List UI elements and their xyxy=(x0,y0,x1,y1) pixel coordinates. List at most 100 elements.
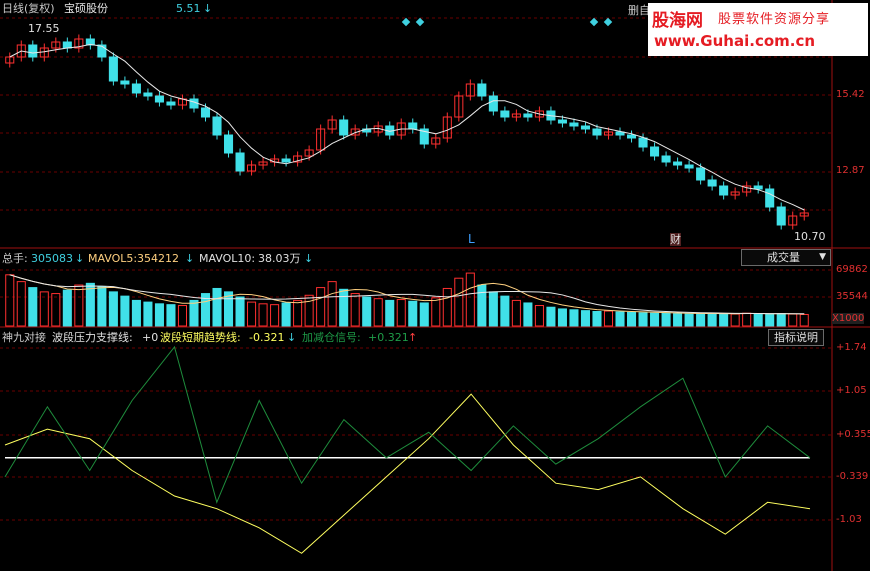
signal-line xyxy=(4,345,811,504)
price-ma-line xyxy=(9,43,805,211)
volume-bar xyxy=(419,302,429,327)
volume-bar xyxy=(696,313,706,327)
volume-unit-label: X1000 xyxy=(832,313,865,324)
cai-marker: 财 xyxy=(670,233,681,246)
candle-body xyxy=(488,95,498,112)
event-marker-icon xyxy=(401,17,411,27)
volume-bar xyxy=(730,313,740,327)
stock-chart-canvas[interactable] xyxy=(0,0,870,571)
candle-body xyxy=(650,146,660,157)
volume-bar xyxy=(108,291,118,327)
event-marker-icon xyxy=(603,17,613,27)
event-marker-icon xyxy=(415,17,425,27)
support-line-value: +0 xyxy=(142,331,159,344)
volume-bar xyxy=(534,305,544,327)
volume-bar xyxy=(442,287,452,327)
volume-bar xyxy=(546,306,556,327)
volume-bar xyxy=(62,289,72,327)
candle-body xyxy=(500,110,510,118)
volume-bar xyxy=(373,298,383,327)
up-arrow-icon: ↑ xyxy=(408,331,418,344)
chart-period-label: 日线(复权) xyxy=(2,2,55,15)
mavol5-label: MAVOL5: xyxy=(88,252,138,265)
price-high-label: 17.55 xyxy=(28,22,60,35)
indicator-axis-tick: +1.74 xyxy=(836,342,867,353)
volume-bar xyxy=(650,312,660,327)
volume-bar xyxy=(212,287,222,327)
volume-bar xyxy=(626,311,637,327)
indicator-help-button[interactable]: 指标说明 xyxy=(768,329,824,346)
candle-body xyxy=(477,83,487,97)
l-marker: L xyxy=(468,232,475,246)
price-axis-tick: 15.42 xyxy=(836,89,865,100)
signal-value: +0.321 xyxy=(368,331,409,344)
volume-bar xyxy=(258,303,268,327)
volume-bar xyxy=(500,295,510,327)
candle-body xyxy=(661,155,671,163)
event-marker-icon xyxy=(589,17,599,27)
corner-label: 删自 xyxy=(628,4,650,17)
volume-bar xyxy=(511,299,521,327)
candle-body xyxy=(684,164,694,169)
candle-body xyxy=(753,185,763,190)
volume-bar xyxy=(488,291,498,327)
volume-bar xyxy=(465,272,475,327)
stock-name[interactable]: 宝硕股份 xyxy=(64,2,108,15)
candle-body xyxy=(212,116,222,136)
candle-body xyxy=(200,107,211,118)
candle-body xyxy=(626,134,637,139)
down-arrow-icon: ↓ xyxy=(75,252,85,265)
mavol10-value: 38.03万 xyxy=(258,252,301,265)
dropdown-label: 成交量 xyxy=(767,251,800,264)
indicator-axis-tick: -1.03 xyxy=(836,514,862,525)
down-arrow-icon: ↓ xyxy=(304,252,314,265)
candle-body xyxy=(707,179,717,187)
volume-bar xyxy=(684,313,694,327)
candle-body xyxy=(765,188,775,208)
candle-body xyxy=(569,122,579,127)
candle-body xyxy=(776,206,786,226)
candle-body xyxy=(719,185,729,196)
indicator-lines xyxy=(4,345,811,554)
volume-bar xyxy=(385,299,395,327)
price-low-label: 10.70 xyxy=(794,230,826,243)
candle-body xyxy=(166,101,176,106)
volume-bar xyxy=(799,313,809,327)
volume-bar xyxy=(350,293,360,327)
candle-body xyxy=(408,122,418,130)
volume-bar xyxy=(16,281,26,327)
guhai-watermark: 股海网 股票软件资源分享 www.Guhai.com.cn xyxy=(648,3,868,56)
volume-bar xyxy=(166,304,176,327)
volume-total-value: 305083 xyxy=(31,252,73,265)
volume-indicator-dropdown[interactable]: 成交量 ▼ xyxy=(741,249,831,266)
volume-axis-tick: 35544 xyxy=(836,291,868,302)
volume-bar xyxy=(396,299,406,327)
volume-bar xyxy=(477,284,487,327)
mavol5-value: 354212 xyxy=(137,252,179,265)
watermark-brand: 股海网 xyxy=(652,11,703,31)
volume-bar xyxy=(362,296,372,327)
watermark-url: www.Guhai.com.cn xyxy=(654,32,816,50)
mavol10-label: MAVOL10: xyxy=(199,252,256,265)
volume-bar xyxy=(131,299,141,327)
volume-bar xyxy=(707,312,717,327)
candle-body xyxy=(523,113,533,118)
volume-bar xyxy=(339,288,349,327)
candle-body xyxy=(28,44,38,58)
candle-body xyxy=(673,161,683,166)
candle-body xyxy=(281,158,291,163)
volume-bar xyxy=(304,294,314,327)
volume-bar xyxy=(788,313,798,327)
candle-body xyxy=(120,80,130,85)
volume-bar xyxy=(776,313,786,327)
candle-body xyxy=(154,95,164,103)
trend-line-value: -0.321 xyxy=(249,331,285,344)
volume-bar xyxy=(154,303,164,327)
volume-bar xyxy=(327,281,337,327)
volume-bar xyxy=(177,305,188,327)
candle-body xyxy=(62,41,72,49)
volume-bar xyxy=(281,302,291,327)
indicator-axis-tick: +1.05 xyxy=(836,385,867,396)
signal-label: 加减仓信号: xyxy=(302,331,361,344)
volume-bars xyxy=(5,272,809,327)
